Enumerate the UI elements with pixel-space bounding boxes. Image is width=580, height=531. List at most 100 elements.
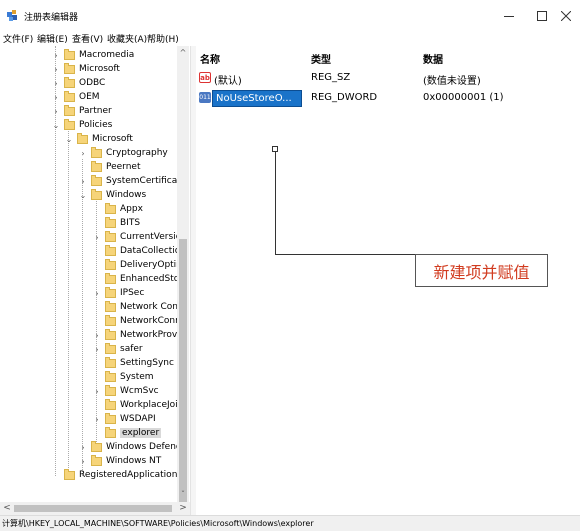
tree-item-workplacejoin[interactable]: WorkplaceJoi (93, 398, 178, 412)
tree-item-label: NetworkConr (120, 316, 179, 326)
tree-item-ipsec[interactable]: › IPSec (93, 286, 144, 300)
expand-arrow-icon[interactable]: › (79, 443, 87, 452)
scroll-up-arrow-icon[interactable]: ^ (179, 48, 187, 58)
folder-icon (77, 132, 88, 144)
expand-arrow-icon[interactable]: › (93, 233, 101, 242)
scroll-thumb[interactable] (179, 239, 187, 515)
title-bar[interactable]: 注册表编辑器 (0, 0, 580, 30)
registry-path: 计算机\HKEY_LOCAL_MACHINE\SOFTWARE\Policies… (2, 519, 314, 528)
menu-view[interactable]: 查看(V) (72, 32, 103, 45)
tree-item-deliveryoptimization[interactable]: DeliveryOptin (93, 258, 182, 272)
tree-item-registeredapplications[interactable]: RegisteredApplications (52, 468, 182, 482)
collapse-arrow-icon[interactable]: ⌄ (79, 191, 87, 200)
folder-icon (64, 118, 75, 130)
expand-arrow-icon[interactable]: › (52, 65, 60, 74)
tree-item-windows[interactable]: ⌄ Windows (79, 188, 146, 202)
tree-horizontal-scrollbar[interactable]: < > (0, 502, 190, 515)
registry-editor-icon (7, 10, 17, 21)
scroll-right-arrow-icon[interactable]: > (178, 503, 188, 514)
tree-item-systemcertificates[interactable]: › SystemCertificate (79, 174, 186, 188)
expand-arrow-icon[interactable]: › (93, 331, 101, 340)
scroll-down-arrow-icon[interactable]: ˇ (179, 490, 187, 500)
tree-item-settingsync[interactable]: SettingSync (93, 356, 174, 370)
tree-item-appx[interactable]: Appx (93, 202, 143, 216)
tree-item-wcmsvc[interactable]: › WcmSvc (93, 384, 159, 398)
tree-vertical-scrollbar[interactable]: ^ ˇ (177, 46, 189, 515)
menu-favorites[interactable]: 收藏夹(A) (107, 32, 147, 45)
collapse-arrow-icon[interactable]: ⌄ (52, 121, 60, 130)
tree-item-windows-nt[interactable]: › Windows NT (79, 454, 161, 468)
tree-item-networkconnectivity[interactable]: NetworkConr (93, 314, 179, 328)
value-row[interactable]: 011 NoUseStoreO... REG_DWORD 0x00000001 … (196, 90, 580, 107)
tree-item-safer[interactable]: › safer (93, 342, 143, 356)
expand-arrow-icon[interactable]: › (93, 345, 101, 354)
expand-arrow-icon[interactable]: › (93, 415, 101, 424)
close-button[interactable] (552, 2, 580, 30)
folder-icon (91, 146, 102, 158)
expand-arrow-icon[interactable]: › (52, 107, 60, 116)
value-row[interactable]: ab (默认) REG_SZ (数值未设置) (196, 70, 580, 87)
tree-item-network-connections[interactable]: Network Con (93, 300, 178, 314)
rename-value-field[interactable]: NoUseStoreO... (212, 90, 302, 107)
folder-icon (91, 160, 102, 172)
tree-item-policies[interactable]: ⌄ Policies (52, 118, 112, 132)
tree-item-wsdapi[interactable]: › WSDAPI (93, 412, 156, 426)
tree-guide-line (68, 131, 69, 476)
tree-item-label: Partner (79, 106, 112, 116)
collapse-arrow-icon[interactable]: ⌄ (65, 135, 73, 144)
tree-item-cryptography[interactable]: › Cryptography (79, 146, 168, 160)
expand-arrow-icon[interactable]: › (79, 177, 87, 186)
tree-item-partner[interactable]: › Partner (52, 104, 112, 118)
expand-arrow-icon[interactable]: › (93, 387, 101, 396)
tree-item-macromedia[interactable]: › Macromedia (52, 48, 134, 62)
tree-item-label: DeliveryOptin (120, 260, 182, 270)
tree-item-explorer[interactable]: explorer (93, 426, 162, 440)
tree-item-currentversion[interactable]: › CurrentVersic (93, 230, 181, 244)
tree-item-peernet[interactable]: Peernet (79, 160, 141, 174)
tree-item-label: Windows Defend (106, 442, 182, 452)
column-header-type[interactable]: 类型 (311, 51, 331, 66)
menu-edit[interactable]: 编辑(E) (37, 32, 68, 45)
tree-item-windows-defender[interactable]: › Windows Defend (79, 440, 182, 454)
folder-icon (105, 216, 116, 228)
column-header-data[interactable]: 数据 (423, 51, 443, 66)
folder-icon (105, 342, 116, 354)
tree-item-label: Windows NT (106, 456, 162, 466)
menu-help[interactable]: 帮助(H) (147, 32, 179, 45)
tree-item-label: WSDAPI (120, 414, 156, 424)
tree-item-oem[interactable]: › OEM (52, 90, 100, 104)
expand-arrow-icon[interactable]: › (52, 51, 60, 60)
folder-icon (105, 356, 116, 368)
tree-item-datacollection[interactable]: DataCollectio (93, 244, 180, 258)
binary-value-icon: 011 (199, 92, 211, 103)
tree-item-odbc[interactable]: › ODBC (52, 76, 105, 90)
expand-arrow-icon[interactable]: › (52, 79, 60, 88)
tree-item-policies-microsoft[interactable]: ⌄ Microsoft (65, 132, 133, 146)
tree-item-label: RegisteredApplications (79, 470, 183, 480)
expand-arrow-icon[interactable]: › (93, 289, 101, 298)
tree-item-bits[interactable]: BITS (93, 216, 140, 230)
key-tree[interactable]: › Macromedia › Microsoft › ODBC › OEM › Partn… (0, 46, 190, 502)
scroll-left-arrow-icon[interactable]: < (2, 503, 12, 514)
close-icon (561, 11, 571, 21)
tree-item-enhancedstorage[interactable]: EnhancedStor (93, 272, 183, 286)
expand-arrow-icon[interactable]: › (52, 93, 60, 102)
scroll-thumb[interactable] (14, 505, 172, 512)
callout-leader-line (275, 152, 276, 254)
expand-arrow-icon[interactable]: › (79, 149, 87, 158)
tree-item-system[interactable]: System (93, 370, 154, 384)
expand-arrow-icon[interactable]: › (79, 457, 87, 466)
column-header-name[interactable]: 名称 (200, 51, 220, 66)
value-name: (默认) (214, 76, 242, 87)
tree-item-networkprovider[interactable]: › NetworkProvi (93, 328, 180, 342)
menu-file[interactable]: 文件(F) (3, 32, 33, 45)
tree-item-microsoft[interactable]: › Microsoft (52, 62, 120, 76)
